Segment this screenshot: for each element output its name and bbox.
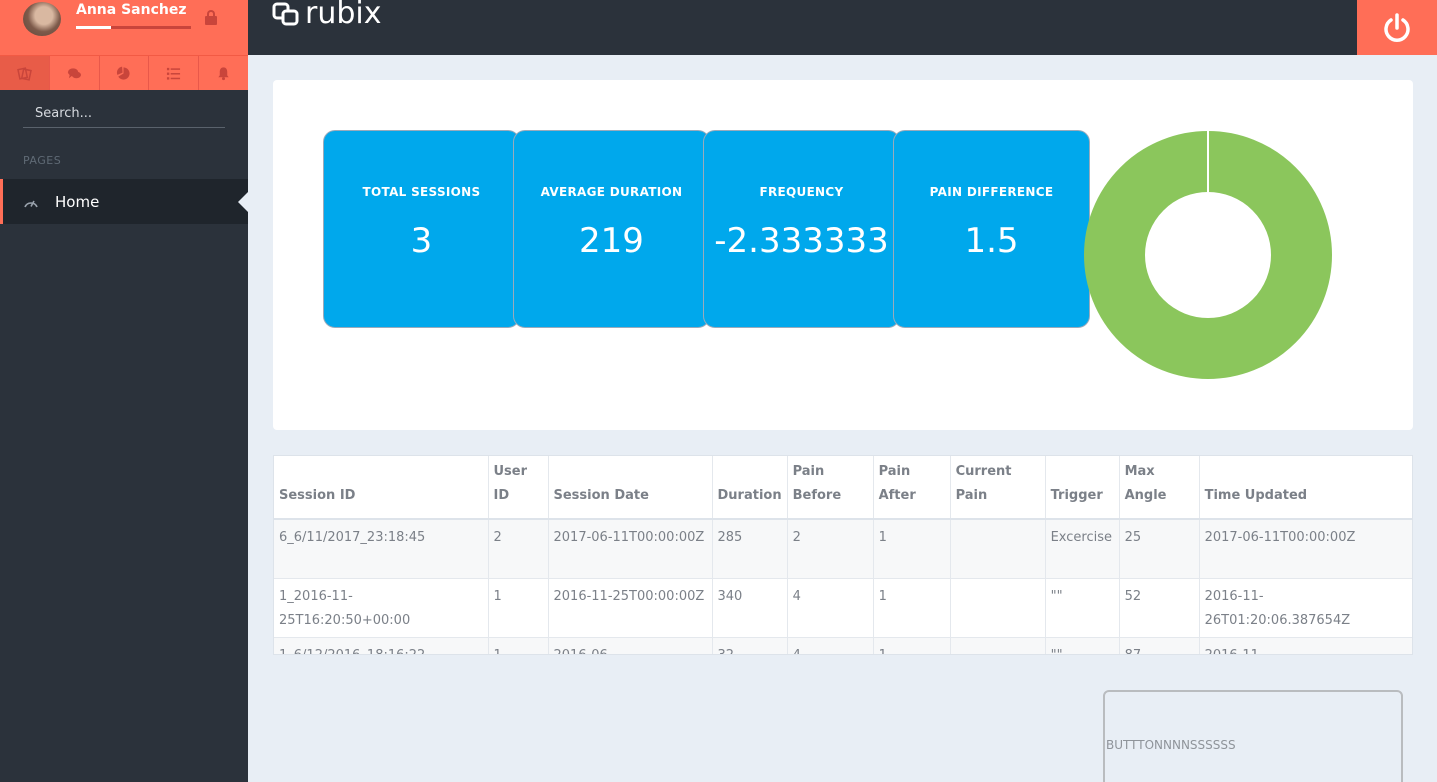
sidebar-item-home[interactable]: Home [0, 179, 248, 224]
custom-button[interactable]: BUTTTONNNNSSSSSS [1103, 690, 1403, 782]
sidebar: Anna Sanchez Search... PAGES Home [0, 0, 248, 782]
stats-panel: TOTAL SESSIONS 3 AVERAGE DURATION 219 FR… [273, 80, 1413, 430]
cell-user-id: 1 [488, 577, 549, 637]
stat-value: -2.333333 [714, 221, 889, 261]
col-header-pain-after[interactable]: Pain After [873, 456, 951, 519]
col-header-max-angle[interactable]: Max Angle [1119, 456, 1200, 519]
cell-duration: 285 [712, 518, 788, 578]
stat-label: AVERAGE DURATION [540, 185, 683, 199]
cell-session-date: 2017-06-11T00:00:00Z [548, 518, 713, 578]
cell-current-pain [950, 518, 1046, 578]
cell-pain-after: 1 [873, 636, 951, 654]
stat-card-pain-difference: PAIN DIFFERENCE 1.5 [893, 130, 1090, 328]
dashboard-icon [24, 200, 38, 207]
stat-card-total-sessions: TOTAL SESSIONS 3 [323, 130, 520, 328]
user-bar: Anna Sanchez [0, 0, 248, 55]
col-header-session-id[interactable]: Session ID [274, 456, 489, 519]
cell-time-updated: 2016-11- [1199, 636, 1412, 654]
table-row[interactable]: 1_6/12/2016_18:16:22 1 2016-06- 32 4 1 "… [274, 636, 1412, 654]
cell-trigger: Excercise [1045, 518, 1120, 578]
cell-session-date: 2016-11-25T00:00:00Z [548, 577, 713, 637]
avatar[interactable] [23, 2, 61, 36]
chart-pie-icon [117, 66, 131, 80]
cell-pain-after: 1 [873, 518, 951, 578]
cell-pain-after: 1 [873, 577, 951, 637]
sidebar-icon-tabs [0, 55, 248, 90]
user-progress-bar [76, 26, 191, 29]
cell-pain-before: 4 [787, 577, 874, 637]
cell-session-id: 1_6/12/2016_18:16:22 [274, 636, 489, 654]
col-header-user-id[interactable]: User ID [488, 456, 549, 519]
cell-time-updated: 2016-11-26T01:20:06.387654Z [1199, 577, 1412, 637]
stat-label: PAIN DIFFERENCE [929, 185, 1054, 199]
stat-card-average-duration: AVERAGE DURATION 219 [513, 130, 710, 328]
stat-value: 1.5 [964, 221, 1019, 261]
cell-duration: 32 [712, 636, 788, 654]
col-header-duration[interactable]: Duration [712, 456, 788, 519]
cell-session-date: 2016-06- [548, 636, 713, 654]
cell-duration: 340 [712, 577, 788, 637]
pages-icon [16, 66, 32, 81]
col-header-trigger[interactable]: Trigger [1045, 456, 1120, 519]
table-header-row: Session ID User ID Session Date Duration… [274, 456, 1412, 519]
tab-charts[interactable] [100, 56, 150, 90]
brand-logo[interactable]: rubix [272, 0, 381, 31]
table-row[interactable]: 6_6/11/2017_23:18:45 2 2017-06-11T00:00:… [274, 518, 1412, 578]
stat-value: 3 [410, 221, 433, 261]
cell-current-pain [950, 636, 1046, 654]
section-label: PAGES [23, 154, 62, 167]
cell-pain-before: 2 [787, 518, 874, 578]
cell-max-angle: 87 [1119, 636, 1200, 654]
tab-list[interactable] [149, 56, 200, 90]
donut-chart[interactable] [1083, 130, 1333, 380]
rubix-logo-icon [272, 2, 299, 25]
cell-trigger: "" [1045, 577, 1120, 637]
list-icon [167, 67, 181, 80]
user-name[interactable]: Anna Sanchez [76, 2, 187, 18]
stat-value: 219 [579, 221, 644, 261]
cell-max-angle: 52 [1119, 577, 1200, 637]
sessions-table: Session ID User ID Session Date Duration… [273, 455, 1413, 655]
power-icon [1384, 12, 1410, 42]
user-progress-fill [76, 26, 111, 29]
cell-session-id: 6_6/11/2017_23:18:45 [274, 518, 489, 578]
cell-trigger: "" [1045, 636, 1120, 654]
tab-comments[interactable] [50, 56, 100, 90]
search-box [23, 102, 225, 128]
active-pointer [238, 192, 248, 212]
tab-notifications[interactable] [199, 56, 248, 90]
cell-pain-before: 4 [787, 636, 874, 654]
stat-label: TOTAL SESSIONS [362, 185, 481, 199]
cell-current-pain [950, 577, 1046, 637]
cell-user-id: 1 [488, 636, 549, 654]
cell-user-id: 2 [488, 518, 549, 578]
lock-icon[interactable] [205, 10, 217, 25]
stat-label: FREQUENCY [759, 185, 844, 199]
col-header-pain-before[interactable]: Pain Before [787, 456, 874, 519]
cell-max-angle: 25 [1119, 518, 1200, 578]
power-button[interactable] [1357, 0, 1437, 55]
tab-pages[interactable] [0, 56, 50, 90]
col-header-time-updated[interactable]: Time Updated [1199, 456, 1412, 519]
search-input[interactable] [23, 106, 225, 121]
col-header-session-date[interactable]: Session Date [548, 456, 713, 519]
cell-time-updated: 2017-06-11T00:00:00Z [1199, 518, 1412, 578]
stat-card-frequency: FREQUENCY -2.333333 [703, 130, 900, 328]
cell-session-id: 1_2016-11-25T16:20:50+00:00 [274, 577, 489, 637]
bell-icon [218, 66, 229, 80]
topbar: rubix [248, 0, 1437, 55]
table-row[interactable]: 1_2016-11-25T16:20:50+00:00 1 2016-11-25… [274, 577, 1412, 637]
sidebar-item-label: Home [55, 192, 100, 211]
comments-icon [67, 67, 81, 78]
brand-name: rubix [305, 0, 382, 31]
col-header-current-pain[interactable]: Current Pain [950, 456, 1046, 519]
